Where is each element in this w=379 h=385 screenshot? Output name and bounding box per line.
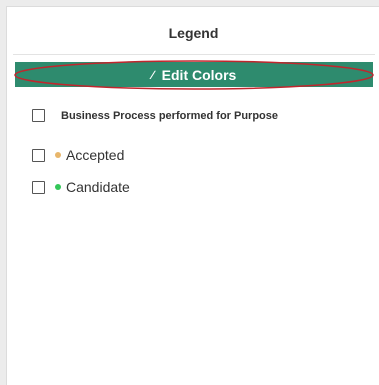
legend-panel: Legend ∕ Edit Colors Business Process pe… [6,6,379,385]
legend-group-row[interactable]: Business Process performed for Purpose [32,109,278,122]
status-dot [55,152,61,158]
edit-colors-label: Edit Colors [161,66,237,83]
legend-item-label: Candidate [66,179,130,195]
legend-group-label: Business Process performed for Purpose [61,109,279,122]
pencil-icon: ∕ [151,67,154,82]
title-divider [13,54,375,55]
legend-item-accepted[interactable]: Accepted [32,147,124,163]
legend-item-candidate[interactable]: Candidate [32,179,130,195]
page: Legend ∕ Edit Colors Business Process pe… [0,0,379,385]
edit-colors-button[interactable]: ∕ Edit Colors [15,62,373,87]
legend-item-checkbox[interactable] [32,148,45,162]
legend-item-checkbox[interactable] [32,180,45,194]
status-dot [55,184,61,190]
legend-group-checkbox[interactable] [32,109,45,122]
legend-item-label: Accepted [66,147,125,163]
legend-title: Legend [168,25,219,41]
